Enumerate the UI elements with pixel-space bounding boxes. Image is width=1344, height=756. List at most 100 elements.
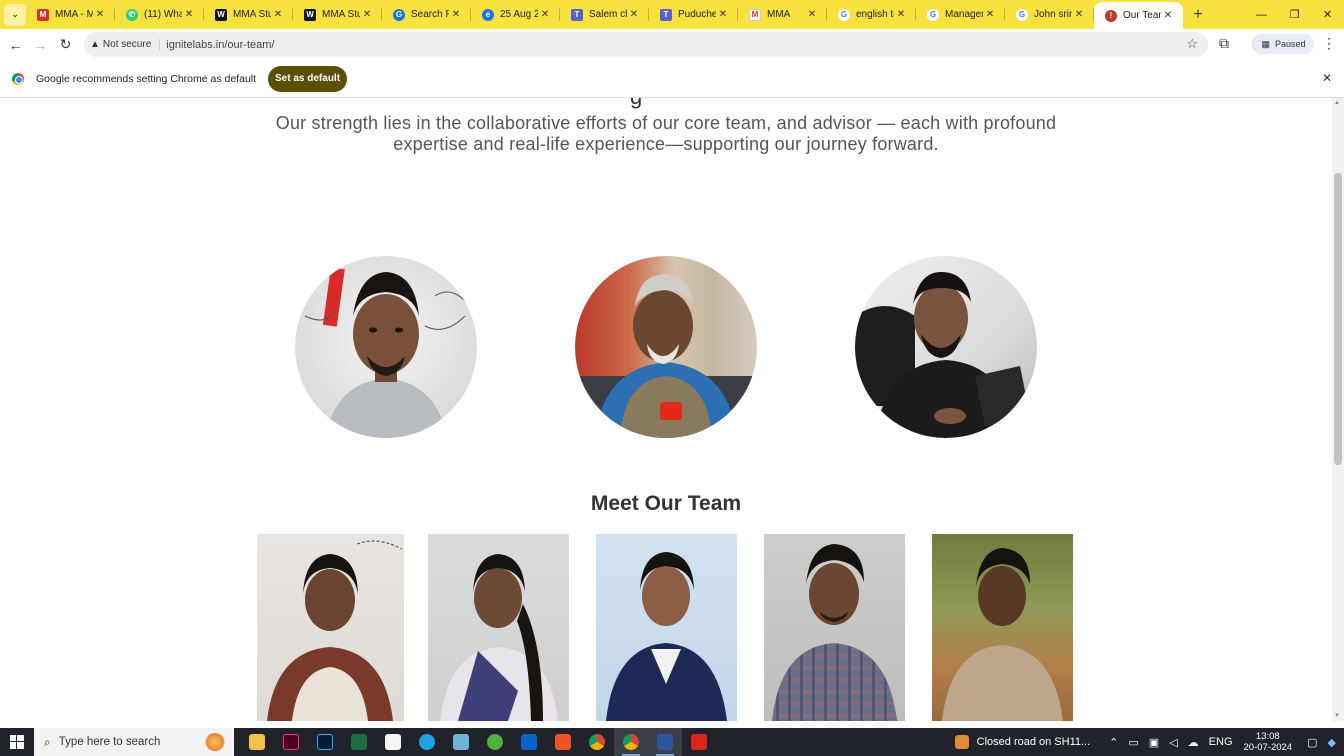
tab-12-active[interactable]: ! Our Team ✕ — [1094, 2, 1183, 29]
tab-title: MMA - MA — [55, 9, 93, 20]
set-as-default-button[interactable]: Set as default — [268, 65, 348, 92]
app-icon[interactable] — [444, 728, 478, 756]
team-member-5-photo — [932, 534, 1073, 721]
taskbar-search[interactable]: ⌕ Type here to search — [34, 728, 234, 756]
close-icon[interactable]: ✕ — [271, 9, 285, 20]
brave-icon[interactable] — [546, 728, 580, 756]
tab-2[interactable]: W MMA Stud ✕ — [204, 0, 293, 29]
close-icon[interactable]: ✕ — [1322, 71, 1332, 85]
security-label: Not secure — [102, 39, 152, 50]
tab-6[interactable]: T Salem cha ✕ — [560, 0, 649, 29]
forward-button[interactable]: → — [28, 37, 53, 53]
tab-3[interactable]: W MMA Stud ✕ — [293, 0, 382, 29]
tab-7[interactable]: T Puducherr ✕ — [649, 0, 738, 29]
search-icon: ⌕ — [44, 734, 51, 749]
edge-icon: e — [482, 8, 494, 21]
close-icon[interactable]: ✕ — [182, 9, 196, 20]
tab-search-button[interactable]: ⌄ — [4, 3, 26, 26]
acrobat-icon[interactable] — [682, 728, 716, 756]
team-member-2-photo — [428, 534, 569, 721]
close-window-button[interactable]: ✕ — [1311, 0, 1344, 29]
file-explorer-icon[interactable] — [240, 728, 274, 756]
network-icon[interactable]: ▣ — [1149, 736, 1159, 749]
language-indicator[interactable]: ENG — [1209, 736, 1233, 748]
close-icon[interactable]: ✕ — [894, 9, 908, 20]
close-icon[interactable]: ✕ — [983, 9, 997, 20]
extensions-icon[interactable]: ⧉ — [1219, 35, 1229, 52]
chevron-down-icon: ⌄ — [11, 9, 19, 19]
security-indicator[interactable]: ▲ Not secure — [90, 39, 161, 50]
tab-10[interactable]: G Managem ✕ — [916, 0, 1005, 29]
tab-8[interactable]: M MMA ✕ — [738, 0, 827, 29]
page-scrollbar[interactable]: ▲ ▼ — [1332, 98, 1344, 721]
tab-11[interactable]: G John srini ✕ — [1005, 0, 1094, 29]
indesign-icon[interactable] — [274, 728, 308, 756]
scroll-down-icon[interactable]: ▼ — [1334, 713, 1340, 719]
address-bar[interactable]: ▲ Not secure ignitelabs.in/our-team/ ☆ — [84, 32, 1208, 57]
tab-title: John srini — [1034, 9, 1072, 20]
excel-icon[interactable] — [342, 728, 376, 756]
tab-title: 25 Aug 20 — [500, 9, 538, 20]
start-button[interactable] — [0, 728, 34, 756]
profile-button[interactable]: ▦ Paused — [1252, 34, 1314, 54]
menu-icon[interactable]: ⋮ — [1322, 35, 1336, 52]
chrome-icon[interactable] — [580, 728, 614, 756]
reload-button[interactable]: ↻ — [53, 36, 78, 53]
close-icon[interactable]: ✕ — [1161, 10, 1175, 21]
warning-icon: ▲ — [90, 39, 100, 50]
chevron-up-icon[interactable]: ⌃ — [1109, 736, 1118, 749]
notification-icon[interactable]: ▢ — [1307, 736, 1317, 749]
news-widget[interactable]: Closed road on SH11... — [954, 735, 1090, 749]
close-icon[interactable]: ✕ — [805, 9, 819, 20]
scroll-up-icon[interactable]: ▲ — [1334, 100, 1340, 106]
bookmark-star-icon[interactable]: ☆ — [1186, 36, 1198, 52]
clock[interactable]: 13:08 20-07-2024 — [1244, 731, 1293, 753]
url-text[interactable]: ignitelabs.in/our-team/ — [166, 39, 274, 51]
google-icon: G — [927, 8, 939, 21]
word-icon[interactable] — [648, 728, 682, 756]
close-icon[interactable]: ✕ — [93, 9, 107, 20]
wix-icon: W — [304, 8, 316, 21]
browser-toolbar: ← → ↻ ▲ Not secure ignitelabs.in/our-tea… — [0, 29, 1344, 60]
close-icon[interactable]: ✕ — [716, 9, 730, 20]
document-app-icon[interactable] — [376, 728, 410, 756]
tab-4[interactable]: G Search PU ✕ — [382, 0, 471, 29]
edge-browser-icon[interactable] — [410, 728, 444, 756]
photoshop-icon[interactable] — [308, 728, 342, 756]
gmail-icon: M — [37, 8, 49, 21]
windows-taskbar: ⌕ Type here to search Closed road on SH1… — [0, 728, 1344, 756]
team-member-3-photo — [596, 534, 737, 721]
tab-title: Puducherr — [678, 9, 716, 20]
close-icon[interactable]: ✕ — [1072, 9, 1086, 20]
site-icon: ! — [1105, 9, 1117, 22]
restore-button[interactable]: ❐ — [1278, 0, 1311, 29]
close-icon[interactable]: ✕ — [627, 9, 641, 20]
tab-title: MMA Stud — [233, 9, 271, 20]
chrome-active-icon[interactable] — [614, 728, 648, 756]
monitor-icon[interactable]: ▭ — [1128, 736, 1138, 749]
tab-9[interactable]: G english to ✕ — [827, 0, 916, 29]
tab-5[interactable]: e 25 Aug 20 ✕ — [471, 0, 560, 29]
close-icon[interactable]: ✕ — [449, 9, 463, 20]
close-icon[interactable]: ✕ — [538, 9, 552, 20]
back-button[interactable]: ← — [3, 37, 28, 53]
copilot-icon[interactable]: ◆ — [1328, 736, 1336, 749]
minimize-button[interactable]: — — [1245, 0, 1278, 29]
teams-icon: T — [571, 8, 583, 21]
outlook-icon[interactable] — [512, 728, 546, 756]
team-member-1-photo — [257, 534, 404, 721]
tab-title: Search PU — [411, 9, 449, 20]
close-icon[interactable]: ✕ — [360, 9, 374, 20]
infobar-message: Google recommends setting Chrome as defa… — [36, 72, 257, 85]
new-tab-button[interactable]: + — [1187, 6, 1209, 24]
team-member-4-photo — [764, 534, 905, 721]
whatsapp-icon: ✆ — [126, 8, 138, 21]
tab-0[interactable]: M MMA - MA ✕ — [26, 0, 115, 29]
volume-icon[interactable]: ◁ — [1169, 736, 1177, 749]
tab-1[interactable]: ✆ (11) What ✕ — [115, 0, 204, 29]
cloud-icon[interactable]: ☁ — [1188, 736, 1199, 749]
coreldraw-icon[interactable] — [478, 728, 512, 756]
advisor-photo — [575, 256, 757, 438]
scrollbar-thumb[interactable] — [1334, 173, 1342, 465]
cut-off-heading-glyph: g — [630, 98, 642, 110]
